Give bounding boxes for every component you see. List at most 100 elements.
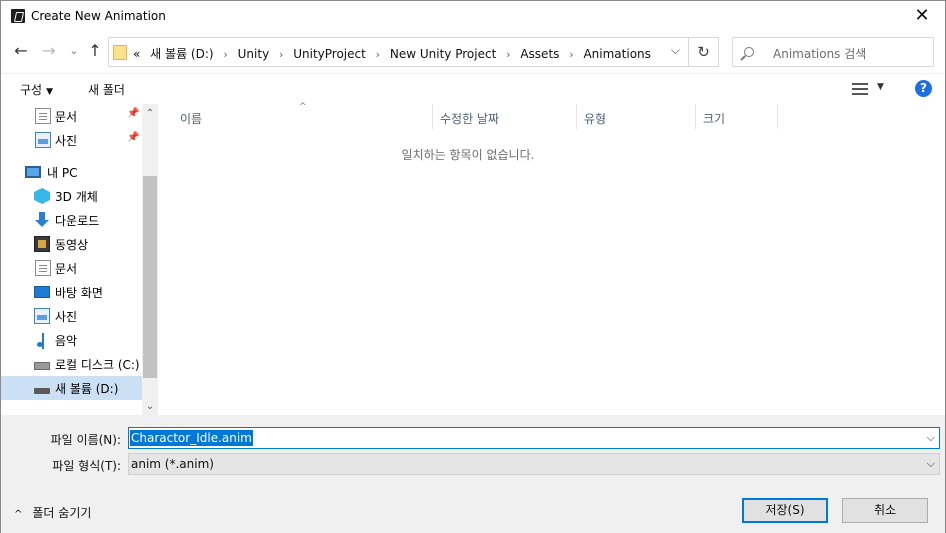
command-bar: 구성 ▼ 새 폴더 ▼ ? (1, 73, 945, 104)
chevron-down-icon[interactable]: ⌵ (927, 431, 935, 445)
title-bar: Create New Animation ✕ (1, 1, 945, 32)
sidebar-item-3d-objects[interactable]: 3D 개체 (1, 184, 142, 208)
close-button[interactable]: ✕ (899, 1, 945, 32)
breadcrumb-item[interactable]: New Unity Project (390, 47, 496, 61)
sidebar-item-downloads[interactable]: 다운로드 (1, 208, 142, 232)
sidebar-item-label: 3D 개체 (55, 190, 98, 204)
search-placeholder: Animations 검색 (773, 47, 867, 61)
sidebar-scrollbar[interactable]: ⌃ ⌄ (142, 104, 158, 415)
sidebar-item-label: 사진 (55, 134, 78, 148)
forward-button[interactable]: → (38, 39, 60, 63)
sidebar-item-pictures[interactable]: 사진 (1, 304, 142, 328)
filetype-select[interactable]: anim (*.anim) ⌵ (128, 453, 940, 475)
cancel-button[interactable]: 취소 (842, 498, 928, 523)
window-title: Create New Animation (31, 9, 166, 23)
filename-label: 파일 이름(N): (50, 433, 121, 447)
breadcrumb-overflow[interactable]: « (133, 47, 140, 61)
sidebar-item-this-pc[interactable]: 내 PC (1, 160, 142, 184)
recent-locations-button[interactable]: ⌄ (63, 39, 85, 63)
chevron-right-icon[interactable]: › (279, 48, 283, 61)
unity-app-icon (11, 9, 25, 23)
search-box[interactable]: Animations 검색 (732, 37, 934, 67)
desktop-icon (34, 286, 50, 298)
scrollbar-thumb[interactable] (143, 176, 157, 378)
address-row: ← → ⌄ ↑ « 새 볼륨 (D:) › Unity › UnityProje… (1, 32, 945, 72)
folder-icon (113, 45, 127, 60)
pictures-icon (34, 308, 50, 324)
caret-down-icon[interactable]: ▼ (877, 82, 884, 92)
sidebar-item-local-disk-c[interactable]: 로컬 디스크 (C:) (1, 352, 142, 376)
column-header-date[interactable]: 수정한 날짜 (433, 104, 577, 129)
hide-folders-button[interactable]: ^ 폴더 숨기기 (14, 504, 91, 521)
drive-icon (34, 388, 50, 394)
filename-input[interactable]: Charactor_Idle.anim ⌵ (128, 427, 940, 449)
sidebar-item-videos[interactable]: 동영상 (1, 232, 142, 256)
scroll-up-icon[interactable]: ⌃ (142, 105, 158, 122)
save-button[interactable]: 저장(S) (742, 498, 828, 523)
sidebar-item-label: 문서 (55, 110, 78, 124)
filetype-value: anim (*.anim) (131, 457, 214, 471)
column-header-type[interactable]: 유형 (577, 104, 696, 129)
filetype-label: 파일 형식(T): (52, 459, 121, 473)
column-header-size[interactable]: 크기 (696, 104, 778, 129)
organize-button[interactable]: 구성 ▼ (20, 81, 53, 98)
chevron-down-icon[interactable]: ⌵ (671, 43, 680, 58)
address-bar[interactable]: « 새 볼륨 (D:) › Unity › UnityProject › New… (108, 37, 719, 67)
sidebar-item-volume-d[interactable]: 새 볼륨 (D:) (1, 376, 142, 400)
sidebar-item-desktop[interactable]: 바탕 화면 (1, 280, 142, 304)
navigation-pane: 문서 📌 사진 📌 내 PC 3D 개체 다운로드 동영상 문서 바탕 화면 사… (1, 104, 158, 415)
sidebar-item-label: 음악 (55, 334, 78, 348)
sidebar-item-label: 로컬 디스크 (C:) (55, 358, 140, 372)
chevron-right-icon[interactable]: › (223, 48, 227, 61)
breadcrumb-item[interactable]: Animations (583, 47, 650, 61)
up-button[interactable]: ↑ (84, 39, 106, 63)
column-header-name[interactable]: 이름 ^ (173, 102, 433, 129)
help-button[interactable]: ? (915, 80, 932, 97)
sidebar-item-label: 동영상 (55, 238, 89, 252)
sidebar-item-documents-quick[interactable]: 문서 📌 (1, 104, 142, 128)
video-icon (34, 236, 50, 252)
save-form: 파일 이름(N): Charactor_Idle.anim ⌵ 파일 형식(T)… (1, 415, 945, 533)
breadcrumb: « 새 볼륨 (D:) › Unity › UnityProject › New… (133, 45, 651, 62)
music-icon (34, 332, 50, 349)
organize-label: 구성 (20, 83, 43, 97)
breadcrumb-item[interactable]: UnityProject (293, 47, 366, 61)
breadcrumb-item[interactable]: Unity (238, 47, 270, 61)
column-label: 유형 (584, 112, 607, 126)
chevron-right-icon[interactable]: › (506, 48, 510, 61)
sidebar-item-pictures-quick[interactable]: 사진 📌 (1, 128, 142, 152)
hide-folders-label: 폴더 숨기기 (32, 506, 92, 520)
breadcrumb-item[interactable]: 새 볼륨 (D:) (150, 45, 213, 62)
scroll-down-icon[interactable]: ⌄ (142, 398, 158, 415)
filename-value: Charactor_Idle.anim (130, 430, 253, 446)
download-icon (34, 212, 50, 228)
refresh-button[interactable]: ↻ (688, 38, 718, 66)
chevron-down-icon: ⌵ (926, 457, 935, 470)
sidebar-item-label: 새 볼륨 (D:) (55, 382, 119, 396)
3d-objects-icon (34, 188, 50, 204)
sidebar-item-documents[interactable]: 문서 (1, 256, 142, 280)
file-list[interactable]: 이름 ^ 수정한 날짜 유형 크기 일치하는 항목이 없습니다. (158, 102, 945, 415)
pin-icon: 📌 (127, 108, 140, 119)
empty-message: 일치하는 항목이 없습니다. (401, 148, 535, 162)
column-label: 이름 (180, 112, 203, 126)
sidebar-item-music[interactable]: 음악 (1, 328, 142, 352)
document-icon (35, 108, 51, 124)
search-icon (744, 47, 754, 57)
chevron-right-icon[interactable]: › (569, 48, 573, 61)
chevron-right-icon[interactable]: › (376, 48, 380, 61)
sidebar-item-label: 사진 (55, 310, 78, 324)
sidebar-item-label: 문서 (55, 262, 78, 276)
breadcrumb-item[interactable]: Assets (520, 47, 559, 61)
sidebar-item-label: 다운로드 (55, 214, 100, 228)
new-folder-button[interactable]: 새 폴더 (88, 81, 125, 98)
sidebar-item-label: 내 PC (47, 166, 78, 180)
sort-ascending-icon: ^ (299, 102, 307, 112)
back-button[interactable]: ← (10, 39, 32, 63)
pin-icon: 📌 (127, 132, 140, 143)
local-disk-icon (34, 362, 50, 370)
pictures-icon (35, 132, 51, 148)
pc-icon (25, 166, 41, 178)
column-label: 수정한 날짜 (440, 112, 500, 126)
view-options-icon[interactable] (852, 83, 868, 95)
